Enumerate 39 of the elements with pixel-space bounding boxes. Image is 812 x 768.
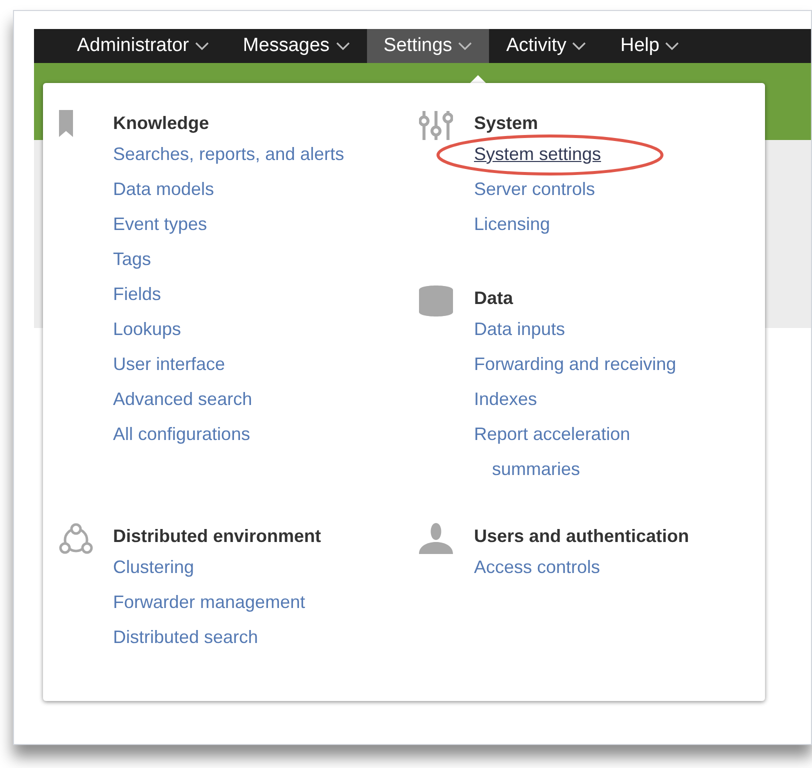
section-heading: Data	[474, 287, 514, 310]
chevron-down-icon	[665, 42, 680, 50]
section-heading: Knowledge	[113, 112, 210, 135]
menu-link[interactable]: Lookups	[113, 312, 344, 347]
menu-link[interactable]: Fields	[113, 277, 344, 312]
menu-link[interactable]: Server controls	[474, 172, 602, 207]
chevron-down-icon	[572, 42, 586, 50]
bookmark-icon	[59, 110, 73, 137]
menu-link[interactable]: Clustering	[113, 550, 306, 585]
menu-link[interactable]: Indexes	[474, 382, 709, 417]
menu-link[interactable]: Distributed search	[113, 620, 306, 655]
sliders-icon	[419, 110, 453, 141]
chevron-down-icon	[194, 42, 209, 50]
chevron-down-icon	[458, 42, 472, 50]
database-icon	[419, 285, 453, 317]
section-heading: System	[474, 112, 540, 135]
nav-tab[interactable]: Settings	[366, 29, 490, 63]
nav-tab[interactable]: Help	[603, 29, 696, 63]
section-heading: Distributed environment	[113, 525, 322, 548]
chevron-down-icon	[336, 42, 350, 50]
menu-link[interactable]: Event types	[113, 207, 344, 242]
menu-link[interactable]: Data inputs	[474, 312, 709, 347]
nav-tab[interactable]: Administrator	[60, 29, 226, 63]
menu-link[interactable]: Report acceleration summaries	[474, 417, 709, 487]
menu-link[interactable]: Access controls	[474, 550, 672, 585]
menu-link[interactable]: Tags	[113, 242, 344, 277]
menu-link[interactable]: All configurations	[113, 417, 344, 452]
nav-tab[interactable]: Activity	[489, 29, 604, 63]
menu-link[interactable]: Data models	[113, 172, 344, 207]
person-icon	[419, 523, 453, 554]
menu-link[interactable]: Forwarder management	[113, 585, 306, 620]
section-heading: Users and authentication	[474, 525, 690, 548]
network-icon	[59, 523, 93, 555]
menu-link[interactable]: Searches, reports, and alerts	[113, 137, 344, 172]
menu-link[interactable]: Advanced search	[113, 382, 344, 417]
nav-tab[interactable]: Messages	[226, 29, 367, 63]
menu-link[interactable]: User interface	[113, 347, 344, 382]
menu-link[interactable]: Forwarding and receiving	[474, 347, 709, 382]
menu-link[interactable]: Licensing	[474, 207, 602, 242]
